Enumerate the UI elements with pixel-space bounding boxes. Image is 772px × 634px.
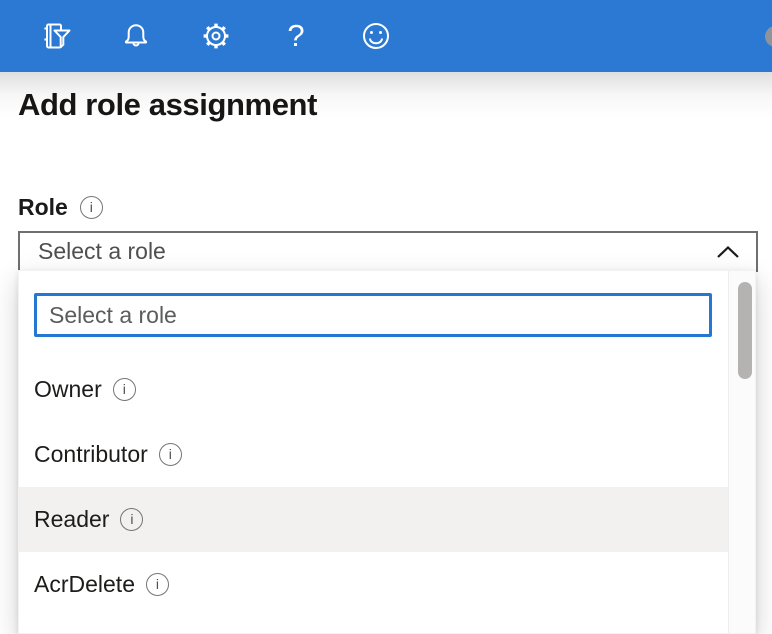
option-label: AcrDelete: [34, 571, 135, 598]
option-contributor[interactable]: Contributor i: [19, 422, 730, 487]
dropdown-scrollbar-thumb[interactable]: [738, 282, 752, 379]
option-acrdelete[interactable]: AcrDelete i: [19, 552, 730, 617]
info-icon[interactable]: i: [146, 573, 169, 596]
gear-icon: [198, 18, 234, 54]
top-app-bar: ?: [0, 0, 772, 72]
role-dropdown-panel: OwneriContributoriReaderiAcrDeletei: [18, 270, 756, 634]
help-icon: ?: [287, 20, 304, 51]
help-button[interactable]: ?: [278, 18, 314, 54]
bell-icon: [118, 18, 154, 54]
notifications-button[interactable]: [118, 18, 154, 54]
option-reader[interactable]: Readeri: [19, 487, 730, 552]
feedback-button[interactable]: [358, 18, 394, 54]
directory-filter-icon: [38, 18, 74, 54]
role-search-input[interactable]: [34, 293, 712, 337]
info-icon[interactable]: i: [159, 443, 182, 466]
page-title: Add role assignment: [18, 86, 754, 124]
role-label: Role: [18, 194, 68, 221]
role-options-list: OwneriContributoriReaderiAcrDeletei: [19, 357, 730, 617]
info-icon[interactable]: i: [120, 508, 143, 531]
option-label: Contributor: [34, 441, 148, 468]
dropdown-scrollbar-track[interactable]: [728, 271, 755, 633]
smiley-icon: [358, 18, 394, 54]
option-owner[interactable]: Owneri: [19, 357, 730, 422]
option-label: Owner: [34, 376, 102, 403]
role-combobox[interactable]: Select a role: [18, 231, 758, 272]
chevron-up-icon: [716, 245, 740, 259]
option-label: Reader: [34, 506, 109, 533]
directory-filter-button[interactable]: [38, 18, 74, 54]
info-icon[interactable]: i: [113, 378, 136, 401]
settings-button[interactable]: [198, 18, 234, 54]
info-icon[interactable]: i: [80, 196, 103, 219]
avatar[interactable]: [765, 26, 772, 47]
role-label-row: Role i: [18, 194, 754, 221]
combobox-value: Select a role: [38, 238, 716, 265]
